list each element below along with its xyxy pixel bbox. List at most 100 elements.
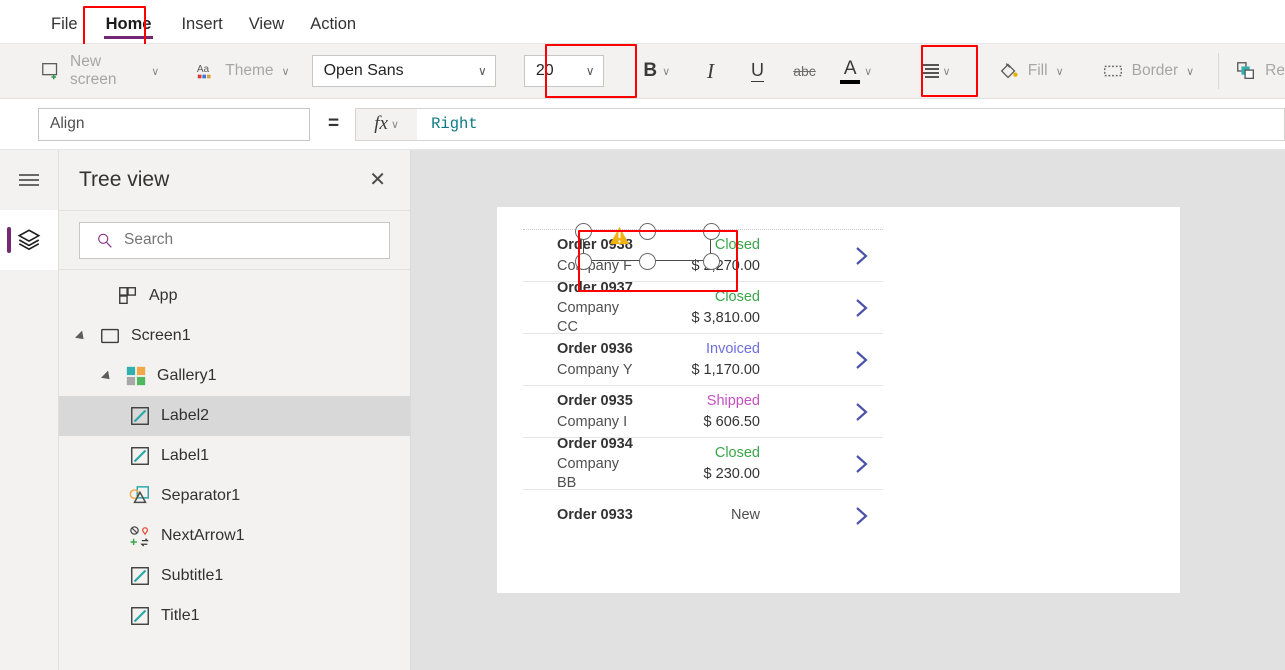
tree-item-label: Subtitle1 (161, 567, 224, 584)
menu-tab-file[interactable]: File (38, 15, 91, 44)
order-amount: $ 1,170.00 (691, 361, 760, 378)
menu-tab-insert[interactable]: Insert (168, 15, 235, 44)
property-selector[interactable]: Align (38, 107, 310, 141)
gallery-row[interactable]: Order 0937 Company CC Closed $ 3,810.00 (523, 280, 883, 335)
strikethrough-button[interactable]: abc (784, 50, 825, 92)
menu-tab-home[interactable]: Home (93, 15, 165, 44)
menu-tab-action[interactable]: Action (297, 14, 369, 44)
tree-item-title1[interactable]: Title1 (59, 596, 410, 636)
gallery-row[interactable]: Order 0933 New (523, 490, 883, 541)
theme-icon: Aa (197, 64, 211, 79)
menu-tab-label: View (248, 14, 285, 33)
screen-icon (101, 328, 119, 344)
tree-item-label2[interactable]: Label2 (59, 396, 410, 436)
font-color-swatch (840, 79, 861, 84)
gallery-icon (126, 366, 146, 386)
search-input[interactable] (124, 231, 389, 249)
order-amount: $ 606.50 (703, 413, 760, 430)
underline-button[interactable]: U (737, 50, 778, 92)
align-button[interactable] (909, 50, 959, 92)
italic-button[interactable]: I (690, 50, 731, 92)
hamburger-menu-button[interactable] (0, 150, 58, 210)
tree-item-label1[interactable]: Label1 (59, 436, 410, 476)
menu-tab-view[interactable]: View (236, 14, 297, 44)
tree-view-title: Tree view (79, 168, 170, 191)
theme-button[interactable]: Aa Theme (185, 44, 299, 98)
ribbon-divider (1218, 53, 1220, 89)
caret-expanded-icon[interactable] (103, 370, 115, 382)
gallery-control[interactable]: Order 0938 Company F Closed $ 2,270.00 O… (523, 229, 883, 541)
fill-button[interactable]: Fill (988, 44, 1074, 98)
order-status: Closed (714, 237, 760, 254)
new-screen-label: New screen (70, 53, 117, 88)
gallery-row[interactable]: Order 0934 Company BB Closed $ 230.00 (523, 436, 883, 491)
order-status: New (730, 506, 760, 523)
italic-label: I (706, 58, 714, 83)
next-arrow-icon[interactable] (851, 401, 871, 423)
gallery-row-left: Order 0936 Company Y (523, 340, 635, 378)
order-status: Invoiced (705, 341, 760, 358)
font-color-button[interactable]: A (831, 50, 881, 92)
tree-item-gallery1[interactable]: Gallery1 (59, 356, 410, 396)
gallery-row-mid: Shipped $ 606.50 (635, 392, 760, 430)
caret-expanded-icon[interactable] (77, 330, 89, 342)
search-box[interactable] (79, 221, 390, 259)
border-button[interactable]: Border (1092, 44, 1205, 98)
next-arrow-icon[interactable] (851, 245, 871, 267)
bold-label: B (643, 60, 658, 81)
gallery-row[interactable]: Order 0936 Company Y Invoiced $ 1,170.00 (523, 334, 883, 386)
tree-item-subtitle1[interactable]: Subtitle1 (59, 556, 410, 596)
reorder-icon (1237, 62, 1255, 80)
close-icon[interactable]: ✕ (369, 170, 386, 190)
theme-label: Theme (225, 62, 274, 79)
menu-tab-label: Action (310, 14, 357, 33)
underline-label: U (750, 60, 764, 82)
active-indicator (7, 227, 11, 253)
new-screen-button[interactable]: New screen (30, 44, 169, 98)
app-screen[interactable]: Order 0938 Company F Closed $ 2,270.00 O… (497, 207, 1180, 593)
order-company: Company I (557, 413, 628, 430)
gallery-row-left: Order 0935 Company I (523, 392, 635, 430)
fx-button[interactable]: fx (355, 107, 418, 141)
label-icon (131, 607, 149, 625)
chevron-down-icon (864, 65, 872, 78)
tree-item-app[interactable]: App (59, 276, 410, 316)
gallery-row-mid: Closed $ 2,270.00 (635, 236, 760, 274)
order-title: Order 0934 (557, 436, 633, 453)
order-company: Company BB (557, 456, 620, 491)
app-canvas[interactable]: Order 0938 Company F Closed $ 2,270.00 O… (411, 150, 1285, 670)
chevron-down-icon (943, 65, 951, 78)
next-arrow-icon[interactable] (851, 505, 871, 527)
next-arrow-icon[interactable] (851, 349, 871, 371)
next-arrow-icon[interactable] (851, 453, 871, 475)
formula-input[interactable]: Right (417, 107, 1285, 141)
font-family-value: Open Sans (323, 62, 404, 79)
tree-item-separator1[interactable]: Separator1 (59, 476, 410, 516)
warning-icon[interactable] (609, 226, 630, 245)
tree-item-label: Label2 (161, 407, 210, 424)
icons-icon (130, 526, 149, 547)
tree-item-nextarrow1[interactable]: NextArrow1 (59, 516, 410, 556)
hamburger-icon (19, 174, 39, 186)
formula-value: Right (431, 115, 478, 133)
order-title: Order 0937 (557, 280, 633, 297)
fx-label: fx (374, 113, 388, 134)
bold-button[interactable]: B (632, 50, 682, 92)
gallery-row[interactable]: Order 0935 Company I Shipped $ 606.50 (523, 386, 883, 438)
order-title: Order 0936 (557, 341, 633, 358)
order-title: Order 0933 (557, 506, 633, 523)
gallery-row[interactable]: Order 0938 Company F Closed $ 2,270.00 (523, 230, 883, 282)
tree-view-rail-button[interactable] (0, 210, 58, 270)
reorder-button[interactable]: Re (1225, 44, 1285, 98)
equals-sign: = (328, 113, 340, 134)
chevron-down-icon (151, 65, 159, 78)
font-size-combo[interactable]: 20 (523, 55, 604, 87)
new-screen-icon (42, 63, 58, 80)
tree-item-list: App Screen1 Gallery1 Label2 Label1 Separ… (59, 270, 410, 636)
strikethrough-label: abc (793, 63, 816, 79)
label-icon (131, 407, 149, 425)
tree-item-screen1[interactable]: Screen1 (59, 316, 410, 356)
next-arrow-icon[interactable] (851, 297, 871, 319)
font-family-combo[interactable]: Open Sans (311, 55, 496, 87)
order-amount: $ 2,270.00 (691, 257, 760, 274)
